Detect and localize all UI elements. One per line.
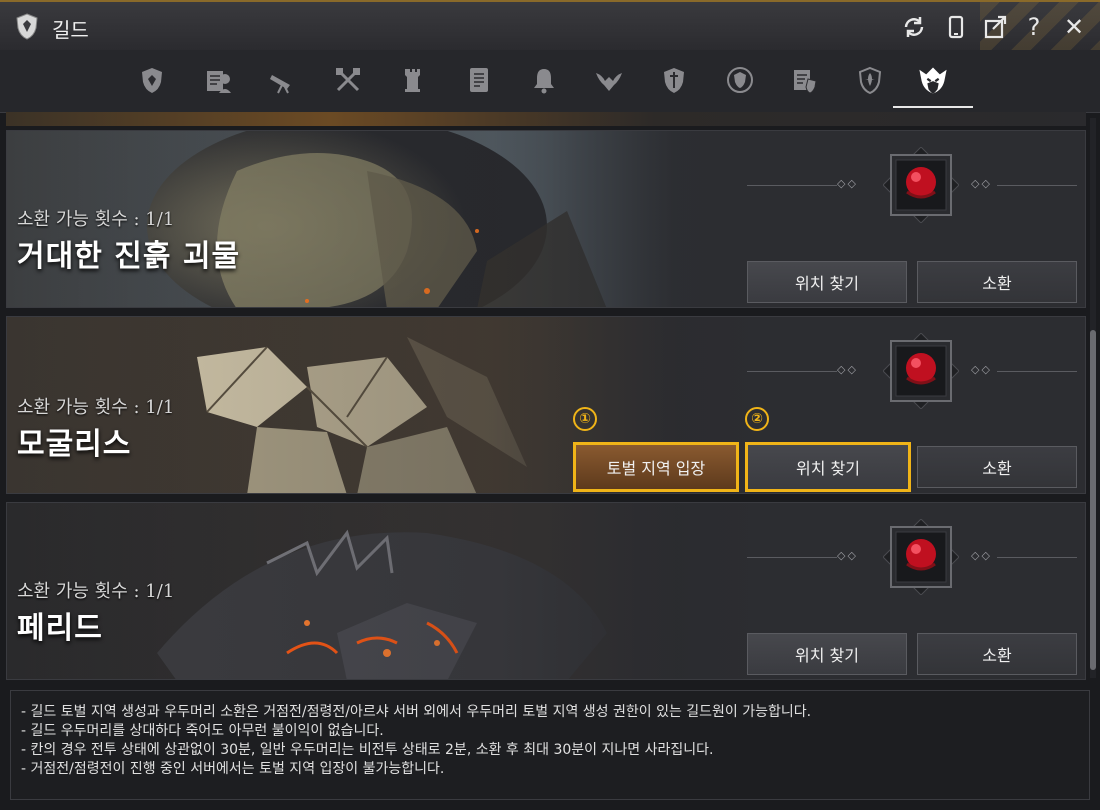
window-title: 길드 [52,18,89,42]
step-marker-2: ② [745,407,769,431]
boss-gem-slot: ◇◇ ◇◇ [747,145,1077,225]
tab-alliance[interactable] [850,62,890,98]
red-gem-icon [883,147,959,223]
tab-guild-info[interactable] [132,62,172,98]
locate-button[interactable]: 위치 찾기 [747,633,907,675]
gem-dots-right: ◇◇ [971,363,992,376]
boss-name: 거대한 진흙 괴물 [17,239,241,274]
close-icon[interactable]: ✕ [1060,13,1088,41]
summon-count-label: 소환 가능 횟수 : 1/1 [17,581,175,602]
tower-icon [405,69,420,92]
boss-card: 소환 가능 횟수 : 1/1 거대한 진흙 괴물 ◇◇ ◇◇ 위치 찾기 소환 [6,130,1086,308]
notice-board-icon [470,68,488,92]
locate-button[interactable]: 위치 찾기 [745,442,911,492]
tab-guild-war[interactable] [328,62,368,98]
scrollbar-thumb[interactable] [1090,330,1096,670]
tab-node-war[interactable] [393,62,433,98]
boss-name: 모굴리스 [17,427,132,462]
red-gem-icon [883,519,959,595]
guild-tab-bar [0,50,1100,113]
enter-raid-area-button[interactable]: 토벌 지역 입장 [573,442,739,492]
gem-line-left [747,557,837,558]
gem-line-left [747,185,837,186]
tab-defense[interactable] [654,62,694,98]
gem-dots-right: ◇◇ [971,549,992,562]
guild-shield-icon [142,68,162,93]
shield-sword-icon [664,68,684,93]
round-emblem-icon [727,67,753,93]
tab-crest[interactable] [589,62,629,98]
tab-selected-indicator [893,106,973,108]
summon-count-label: 소환 가능 횟수 : 1/1 [17,397,175,418]
summon-button[interactable]: 소환 [917,261,1077,303]
guide-notes: - 길드 토벌 지역 생성과 우두머리 소환은 거점전/점령전/아르샤 서버 외… [10,690,1090,800]
summon-button[interactable]: 소환 [917,446,1077,488]
gem-dots-left: ◇◇ [837,549,858,562]
telescope-icon [270,75,290,94]
gem-dots-left: ◇◇ [837,363,858,376]
bell-icon [534,69,554,94]
window-titlebar: 길드 ? ✕ [0,0,1100,50]
gem-line-right [997,557,1077,558]
boss-gem-slot: ◇◇ ◇◇ [747,331,1077,411]
boss-card: 소환 가능 횟수 : 1/1 모굴리스 ◇◇ ◇◇ ① ② 토벌 지역 입장 위… [6,316,1086,494]
tab-records[interactable] [785,62,825,98]
summon-count-label: 소환 가능 횟수 : 1/1 [17,209,175,230]
gem-dots-right: ◇◇ [971,177,992,190]
boss-card: 소환 가능 횟수 : 1/1 페리드 ◇◇ ◇◇ 위치 찾기 소환 [6,502,1086,680]
tab-guild-boss[interactable] [913,62,953,98]
note-line: - 거점전/점령전이 진행 중인 서버에서는 토벌 지역 입장이 불가능합니다. [21,761,445,777]
gem-line-right [997,371,1077,372]
red-gem-icon [883,333,959,409]
note-line: - 길드 토벌 지역 생성과 우두머리 소환은 거점전/점령전/아르샤 서버 외… [21,704,812,720]
gem-line-left [747,371,837,372]
boss-list: 소환 가능 횟수 : 1/1 거대한 진흙 괴물 ◇◇ ◇◇ 위치 찾기 소환 [6,112,1086,682]
popout-icon[interactable] [981,13,1009,41]
winged-crest-icon [596,73,622,91]
scroll-emblem-icon [794,70,817,94]
boss-gem-slot: ◇◇ ◇◇ [747,517,1077,597]
summon-button[interactable]: 소환 [917,633,1077,675]
boss-name: 페리드 [17,611,103,646]
locate-button[interactable]: 위치 찾기 [747,261,907,303]
step-marker-1: ① [573,407,597,431]
guild-emblem-icon [16,13,38,40]
tab-notice[interactable] [459,62,499,98]
refresh-icon[interactable] [900,13,928,41]
mobile-icon[interactable] [942,13,970,41]
note-line: - 칸의 경우 전투 상태에 상관없이 30분, 일반 우두머리는 비전투 상태… [21,742,714,758]
tab-emblem[interactable] [720,62,760,98]
gem-dots-left: ◇◇ [837,177,858,190]
crossed-weapons-icon [336,68,360,92]
gem-line-right [997,185,1077,186]
boss-head-icon [919,67,947,94]
help-icon[interactable]: ? [1020,13,1048,41]
fleur-shield-icon [858,66,882,95]
previous-card-edge [6,112,1086,126]
guild-scroll-icon [207,71,231,93]
tab-telescope[interactable] [263,62,303,98]
tab-alarm[interactable] [524,62,564,98]
tab-guild-members[interactable] [198,62,238,98]
note-line: - 길드 우두머리를 상대하다 죽어도 아무런 불이익이 없습니다. [21,723,384,739]
